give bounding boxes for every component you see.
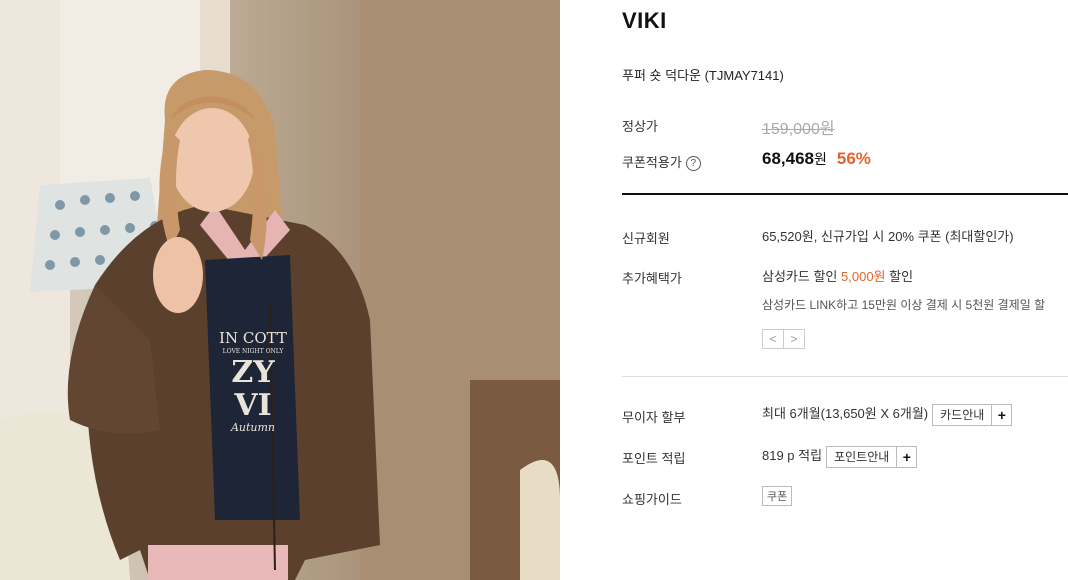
benefit-pager: < >: [762, 329, 805, 349]
benefit-divider: [622, 376, 1068, 377]
regular-price: 159,000원: [762, 115, 835, 139]
installment-row: 최대 6개월(13,650원 X 6개월) 카드안내 +: [762, 403, 1013, 426]
installment-value: 최대 6개월(13,650원 X 6개월): [762, 406, 929, 421]
coupon-price-label-text: 쿠폰적용가: [622, 155, 682, 170]
points-guide-button[interactable]: 포인트안내 +: [826, 445, 918, 468]
extra-benefit-value: 삼성카드 할인 5,000원 할인: [762, 266, 913, 285]
points-guide-label: 포인트안내: [834, 450, 890, 465]
product-info-panel: VIKI 푸퍼 숏 덕다운 (TJMAY7141) 정상가 159,000원 쿠…: [560, 0, 1068, 580]
coupon-tag[interactable]: 쿠폰: [762, 486, 793, 506]
regular-price-value: 159,000원: [762, 121, 835, 138]
points-label: 포인트 적립: [622, 451, 686, 466]
points-value: 819 p 적립: [762, 448, 823, 463]
extra-benefit-label: 추가혜택가: [622, 271, 682, 286]
card-guide-label: 카드안내: [940, 408, 985, 423]
discount-rate: 56%: [836, 149, 871, 168]
coupon-price-label: 쿠폰적용가?: [622, 152, 701, 171]
extra-benefit-amount: 5,000원: [841, 269, 886, 284]
coupon-price-value: 68,468: [762, 149, 814, 168]
pager-prev-button[interactable]: <: [762, 329, 784, 349]
sweater-print-line: Autumn: [230, 421, 276, 435]
sweater-print-line: ZY VI: [231, 355, 275, 424]
extra-benefit-card: 삼성카드: [762, 269, 810, 284]
sweater-print-line: LOVE NIGHT ONLY: [222, 347, 284, 355]
card-guide-button[interactable]: 카드안내 +: [932, 403, 1013, 426]
extra-benefit-suffix: 할인: [889, 269, 914, 284]
regular-price-label: 정상가: [622, 119, 658, 134]
model-illustration: [0, 0, 560, 580]
shopping-guide-label: 쇼핑가이드: [622, 492, 682, 507]
points-row: 819 p 적립 포인트안내 +: [762, 445, 918, 468]
coupon-price: 68,468원 56%: [762, 149, 871, 169]
sweater-print-line: IN COTT: [219, 329, 287, 347]
product-photo: IN COTT LOVE NIGHT ONLY ZY VI Autumn: [0, 0, 560, 580]
pager-next-button[interactable]: >: [783, 329, 805, 349]
brand-name[interactable]: VIKI: [622, 8, 667, 34]
card-guide-plus-icon[interactable]: +: [991, 404, 1011, 425]
coupon-price-unit: 원: [814, 151, 827, 167]
price-divider: [622, 193, 1068, 195]
help-icon[interactable]: ?: [685, 156, 701, 171]
shopping-guide-row: 쿠폰: [762, 486, 793, 506]
points-guide-plus-icon[interactable]: +: [896, 446, 916, 467]
product-name: 푸퍼 숏 덕다운 (TJMAY7141): [622, 68, 784, 83]
new-member-value: 65,520원, 신규가입 시 20% 쿠폰 (최대할인가): [762, 229, 1014, 244]
new-member-label: 신규회원: [622, 231, 670, 246]
extra-benefit-word: 할인: [813, 269, 838, 284]
installment-label: 무이자 할부: [622, 410, 686, 425]
extra-benefit-note: 삼성카드 LINK하고 15만원 이상 결제 시 5천원 결제일 할: [762, 298, 1046, 312]
sweater-print: IN COTT LOVE NIGHT ONLY ZY VI Autumn: [208, 330, 298, 434]
